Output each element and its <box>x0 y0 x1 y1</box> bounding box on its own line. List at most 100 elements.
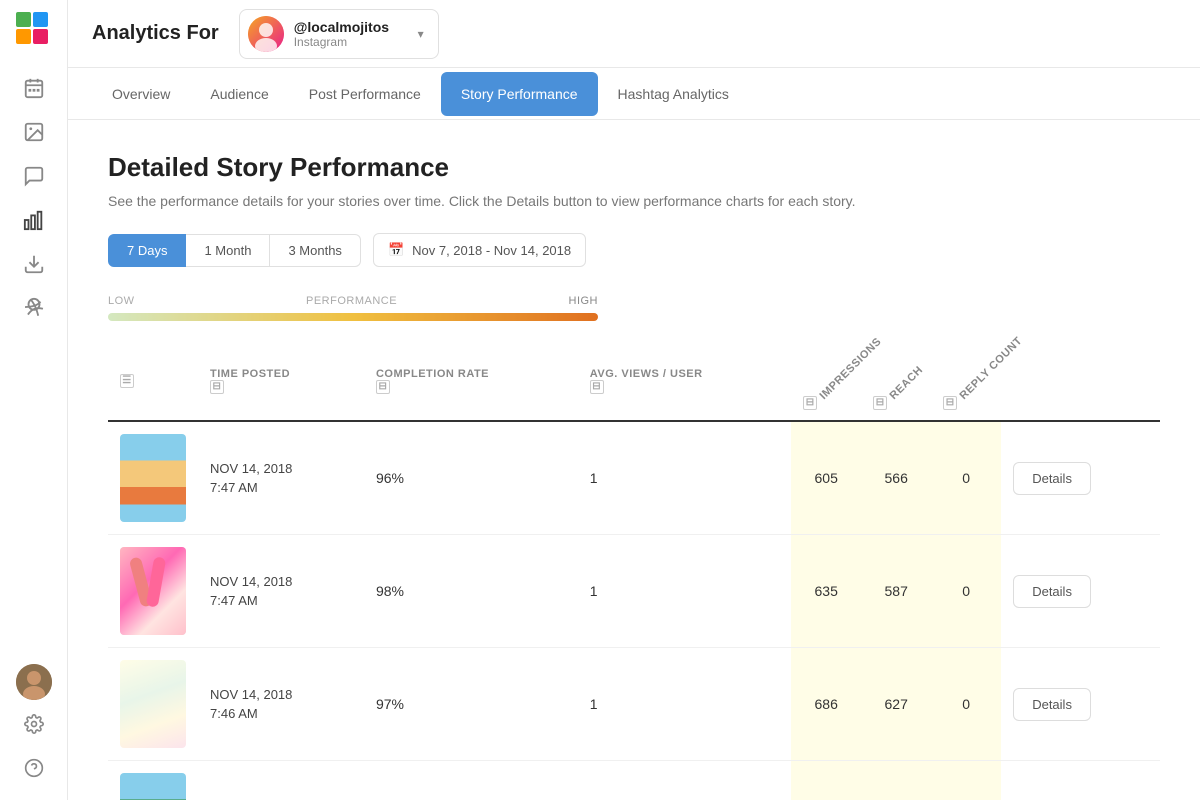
details-button[interactable]: Details <box>1013 462 1091 495</box>
th-impressions: IMPRESSIONS ⊟ <box>791 341 861 421</box>
cell-impressions: 775 <box>791 761 861 800</box>
cell-avg-views: 1 <box>578 535 791 648</box>
cell-completion-rate: 97% <box>364 648 578 761</box>
sort-icon-avgviews[interactable]: ⊟ <box>590 380 604 394</box>
page-subtitle: See the performance details for your sto… <box>108 193 1160 209</box>
th-details <box>1001 341 1160 421</box>
sidebar-icon-settings[interactable] <box>14 704 54 744</box>
cell-impressions: 635 <box>791 535 861 648</box>
sort-icon-reply[interactable]: ⊟ <box>943 396 957 410</box>
calendar-icon: 📅 <box>388 242 404 258</box>
th-reply-count: REPLY COUNT ⊟ <box>931 341 1001 421</box>
th-sort: ☰ <box>108 341 198 421</box>
sidebar-icon-badge[interactable] <box>14 288 54 328</box>
details-button[interactable]: Details <box>1013 688 1091 721</box>
nav-tabs: Overview Audience Post Performance Story… <box>68 68 1200 120</box>
sort-icon-reach[interactable]: ⊟ <box>873 396 887 410</box>
sidebar <box>0 0 68 800</box>
filter-1month[interactable]: 1 Month <box>186 234 270 267</box>
performance-labels: LOW PERFORMANCE HIGH <box>108 295 598 307</box>
date-range-picker[interactable]: 📅 Nov 7, 2018 - Nov 14, 2018 <box>373 233 586 267</box>
account-info: @localmojitos Instagram <box>294 19 408 49</box>
reach-label: REACH <box>888 364 926 402</box>
chevron-down-icon: ▾ <box>418 27 424 41</box>
account-name: @localmojitos <box>294 19 408 35</box>
sidebar-icon-download[interactable] <box>14 244 54 284</box>
cell-completion-rate: 98% <box>364 535 578 648</box>
cell-thumbnail <box>108 761 198 800</box>
sidebar-icon-chat[interactable] <box>14 156 54 196</box>
cell-time-posted: NOV 14, 2018 7:47 AM <box>198 421 364 535</box>
th-completion-rate: COMPLETION RATE ⊟ <box>364 341 578 421</box>
filter-7days[interactable]: 7 Days <box>108 234 186 267</box>
sidebar-bottom <box>14 664 54 788</box>
cell-details: Details <box>1001 648 1160 761</box>
header: Analytics For @localmojitos Instagram ▾ <box>68 0 1200 68</box>
table-row: NOV 14, 2018 7:46 AM 96% 1 775 677 0 Det… <box>108 761 1160 800</box>
tab-overview[interactable]: Overview <box>92 72 190 116</box>
post-time: 7:46 AM <box>210 704 352 724</box>
sidebar-icon-image[interactable] <box>14 112 54 152</box>
th-time-posted: TIME POSTED ⊟ <box>198 341 364 421</box>
th-avg-views: AVG. VIEWS / USER ⊟ <box>578 341 791 421</box>
cell-time-posted: NOV 14, 2018 7:46 AM <box>198 761 364 800</box>
account-avatar <box>248 16 284 52</box>
sidebar-icon-chart[interactable] <box>14 200 54 240</box>
tab-post-performance[interactable]: Post Performance <box>289 72 441 116</box>
time-filters: 7 Days 1 Month 3 Months 📅 Nov 7, 2018 - … <box>108 233 1160 267</box>
cell-time-posted: NOV 14, 2018 7:47 AM <box>198 535 364 648</box>
post-date: NOV 14, 2018 <box>210 572 352 592</box>
cell-reach: 566 <box>861 421 931 535</box>
main-content: Analytics For @localmojitos Instagram ▾ … <box>68 0 1200 800</box>
performance-gradient-bar <box>108 313 598 321</box>
cell-reply-count: 0 <box>931 535 1001 648</box>
content-area: Detailed Story Performance See the perfo… <box>68 120 1200 800</box>
table-row: NOV 14, 2018 7:47 AM 98% 1 635 587 0 Det… <box>108 535 1160 648</box>
details-button[interactable]: Details <box>1013 575 1091 608</box>
perf-mid-label: PERFORMANCE <box>306 295 397 307</box>
cell-thumbnail <box>108 648 198 761</box>
filter-3months[interactable]: 3 Months <box>270 234 360 267</box>
tab-audience[interactable]: Audience <box>190 72 288 116</box>
sidebar-icon-calendar[interactable] <box>14 68 54 108</box>
performance-bar-section: LOW PERFORMANCE HIGH <box>108 295 1160 321</box>
account-selector[interactable]: @localmojitos Instagram ▾ <box>239 9 439 59</box>
table-row: NOV 14, 2018 7:47 AM 96% 1 605 566 0 Det… <box>108 421 1160 535</box>
sort-icon-thumbnail[interactable]: ☰ <box>120 374 134 388</box>
sort-icon-time[interactable]: ⊟ <box>210 380 224 394</box>
post-time: 7:47 AM <box>210 591 352 611</box>
cell-reach: 677 <box>861 761 931 800</box>
app-title: Analytics For <box>92 22 219 45</box>
cell-reply-count: 0 <box>931 421 1001 535</box>
app-logo[interactable] <box>16 12 52 48</box>
date-range-label: Nov 7, 2018 - Nov 14, 2018 <box>412 243 571 258</box>
cell-reach: 587 <box>861 535 931 648</box>
cell-completion-rate: 96% <box>364 421 578 535</box>
cell-reply-count: 0 <box>931 648 1001 761</box>
sidebar-icon-help[interactable] <box>14 748 54 788</box>
cell-avg-views: 1 <box>578 761 791 800</box>
tab-story-performance[interactable]: Story Performance <box>441 72 598 116</box>
sort-icon-completion[interactable]: ⊟ <box>376 380 390 394</box>
story-thumbnail <box>120 660 186 748</box>
cell-impressions: 686 <box>791 648 861 761</box>
account-platform: Instagram <box>294 35 408 49</box>
perf-low-label: LOW <box>108 295 135 307</box>
post-date: NOV 14, 2018 <box>210 685 352 705</box>
th-reach: REACH ⊟ <box>861 341 931 421</box>
cell-reach: 627 <box>861 648 931 761</box>
cell-completion-rate: 96% <box>364 761 578 800</box>
post-date: NOV 14, 2018 <box>210 459 352 479</box>
tab-hashtag-analytics[interactable]: Hashtag Analytics <box>598 72 749 116</box>
cell-thumbnail <box>108 421 198 535</box>
cell-avg-views: 1 <box>578 421 791 535</box>
story-thumbnail <box>120 434 186 522</box>
page-title: Detailed Story Performance <box>108 152 1160 183</box>
cell-impressions: 605 <box>791 421 861 535</box>
cell-details: Details <box>1001 761 1160 800</box>
cell-details: Details <box>1001 535 1160 648</box>
cell-time-posted: NOV 14, 2018 7:46 AM <box>198 648 364 761</box>
cell-details: Details <box>1001 421 1160 535</box>
user-avatar[interactable] <box>16 664 52 700</box>
sort-icon-impressions[interactable]: ⊟ <box>803 396 817 410</box>
